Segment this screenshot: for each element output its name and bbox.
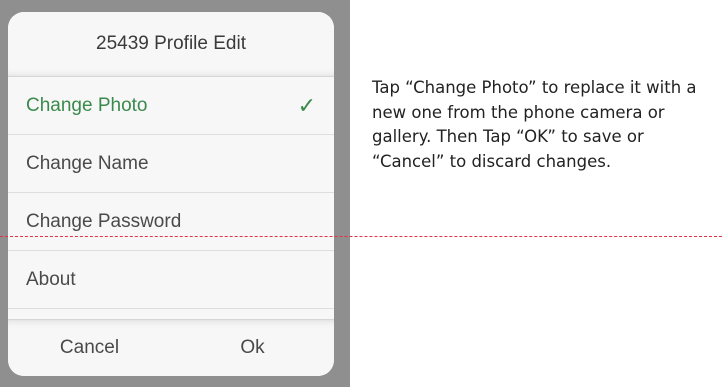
option-change-photo[interactable]: Change Photo ✓ (8, 77, 334, 135)
option-label: Change Photo (26, 95, 148, 116)
option-label: Change Password (26, 211, 182, 232)
option-about[interactable]: About (8, 251, 334, 309)
profile-edit-dialog: 25439 Profile Edit Change Photo ✓ Change… (8, 12, 334, 376)
option-change-name[interactable]: Change Name (8, 135, 334, 193)
option-label: About (26, 269, 76, 290)
instruction-text: Tap “Change Photo” to replace it with a … (372, 78, 697, 171)
ok-button[interactable]: Ok (171, 320, 334, 376)
option-label: Change Name (26, 153, 149, 174)
option-change-password[interactable]: Change Password (8, 193, 334, 251)
dashed-guide-line (0, 236, 722, 237)
dialog-title: 25439 Profile Edit (8, 12, 334, 77)
cancel-button[interactable]: Cancel (8, 320, 171, 376)
checkmark-icon: ✓ (297, 93, 316, 118)
dialog-button-bar: Cancel Ok (8, 319, 334, 376)
